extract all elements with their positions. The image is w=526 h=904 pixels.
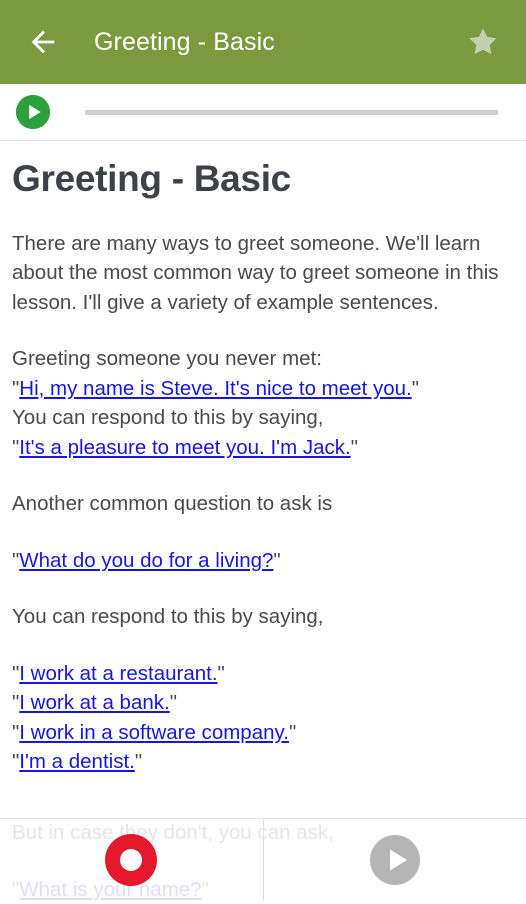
lesson-line-respond-2: You can respond to this by saying, [12, 602, 514, 632]
playback-button[interactable] [264, 819, 526, 900]
app-bar: Greeting - Basic [0, 0, 526, 84]
lesson-line-phrase-living: "What do you do for a living?" [12, 546, 514, 576]
quote-close: " [412, 377, 419, 400]
lesson-block-living-question: "What do you do for a living?" [12, 546, 514, 576]
lesson-block-another-question: Another common question to ask is [12, 489, 514, 519]
phrase-link-its-a-pleasure-to-meet-you[interactable]: It's a pleasure to meet you. I'm Jack. [19, 436, 350, 459]
audio-seek-bar[interactable] [85, 110, 498, 115]
lesson-line-phrase-bank: "I work at a bank." [12, 688, 514, 718]
star-icon[interactable] [466, 25, 500, 59]
lesson-block-meeting: Greeting someone you never met: "Hi, my … [12, 344, 514, 462]
play-circle-icon[interactable] [14, 93, 52, 131]
lesson-intro-paragraph: There are many ways to greet someone. We… [12, 229, 514, 318]
lesson-line-respond-1: You can respond to this by saying, [12, 403, 514, 433]
lesson-block-respond-2: You can respond to this by saying, [12, 602, 514, 632]
quote-close: " [135, 750, 142, 773]
lesson-line-another-common-question: Another common question to ask is [12, 489, 514, 519]
phrase-link-i-work-at-a-bank[interactable]: I work at a bank. [19, 691, 169, 714]
audio-player-bar [0, 84, 526, 141]
record-button[interactable] [0, 819, 263, 900]
lesson-content: Greeting - Basic There are many ways to … [0, 141, 526, 777]
phrase-link-hi-my-name-is-steve[interactable]: Hi, my name is Steve. It's nice to meet … [19, 377, 411, 400]
phrase-link-im-a-dentist[interactable]: I'm a dentist. [19, 750, 135, 773]
recorder-bar [0, 818, 526, 900]
lesson-line-phrase-restaurant: "I work at a restaurant." [12, 659, 514, 689]
record-circle-icon [105, 834, 157, 886]
phrase-link-i-work-in-a-software-company[interactable]: I work in a software company. [19, 721, 289, 744]
quote-close: " [273, 549, 280, 572]
phrase-link-i-work-at-a-restaurant[interactable]: I work at a restaurant. [19, 662, 217, 685]
app-bar-title: Greeting - Basic [94, 28, 466, 57]
quote-close: " [218, 662, 225, 685]
lesson-block-job-answers: "I work at a restaurant." "I work at a b… [12, 659, 514, 777]
lesson-line-phrase-dentist: "I'm a dentist." [12, 747, 514, 777]
page-title: Greeting - Basic [12, 159, 514, 199]
lesson-line-phrase-software: "I work in a software company." [12, 718, 514, 748]
phrase-link-what-do-you-do-for-a-living[interactable]: What do you do for a living? [19, 549, 273, 572]
quote-close: " [170, 691, 177, 714]
lesson-intro-text: There are many ways to greet someone. We… [12, 232, 499, 314]
quote-close: " [289, 721, 296, 744]
quote-close: " [351, 436, 358, 459]
lesson-line-phrase-hi-steve: "Hi, my name is Steve. It's nice to meet… [12, 374, 514, 404]
back-arrow-icon[interactable] [26, 25, 60, 59]
lesson-line-phrase-pleasure-jack: "It's a pleasure to meet you. I'm Jack." [12, 433, 514, 463]
lesson-line-greeting-never-met: Greeting someone you never met: [12, 344, 514, 374]
play-circle-icon [369, 834, 421, 886]
